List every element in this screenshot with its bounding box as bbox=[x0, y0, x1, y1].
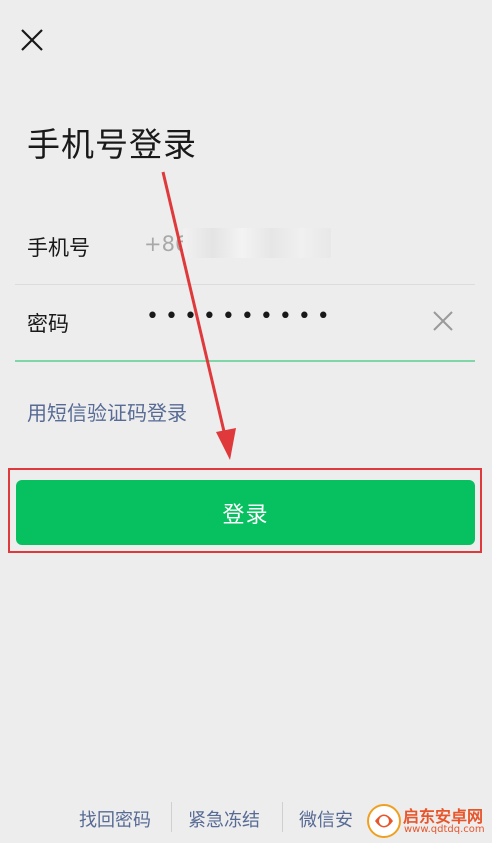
page-title: 手机号登录 bbox=[27, 125, 197, 164]
watermark-logo-icon bbox=[367, 804, 401, 838]
password-input[interactable]: •••••••••• bbox=[146, 304, 336, 329]
clear-icon bbox=[433, 311, 453, 331]
clear-password-button[interactable] bbox=[431, 309, 455, 333]
password-label: 密码 bbox=[27, 312, 69, 336]
footer-link-wechat-security[interactable]: 微信安 bbox=[299, 806, 353, 832]
login-button-label: 登录 bbox=[222, 502, 269, 528]
close-icon bbox=[21, 29, 43, 51]
footer-divider bbox=[171, 802, 172, 832]
watermark: 启东安卓网 www.qdtdq.com bbox=[363, 802, 492, 842]
watermark-url: www.qdtdq.com bbox=[404, 824, 485, 835]
phone-row[interactable]: 手机号 +86 bbox=[15, 208, 475, 285]
password-row[interactable]: 密码 •••••••••• bbox=[15, 284, 475, 362]
phone-label: 手机号 bbox=[27, 236, 90, 260]
footer-link-emergency-freeze[interactable]: 紧急冻结 bbox=[188, 806, 260, 832]
sms-login-link[interactable]: 用短信验证码登录 bbox=[27, 397, 187, 426]
phone-number-mask bbox=[183, 228, 331, 258]
login-button[interactable]: 登录 bbox=[16, 480, 475, 545]
phone-input[interactable]: +86 bbox=[144, 232, 188, 256]
footer-link-recover-password[interactable]: 找回密码 bbox=[79, 806, 151, 832]
footer-divider bbox=[282, 802, 283, 832]
close-button[interactable] bbox=[18, 26, 46, 54]
